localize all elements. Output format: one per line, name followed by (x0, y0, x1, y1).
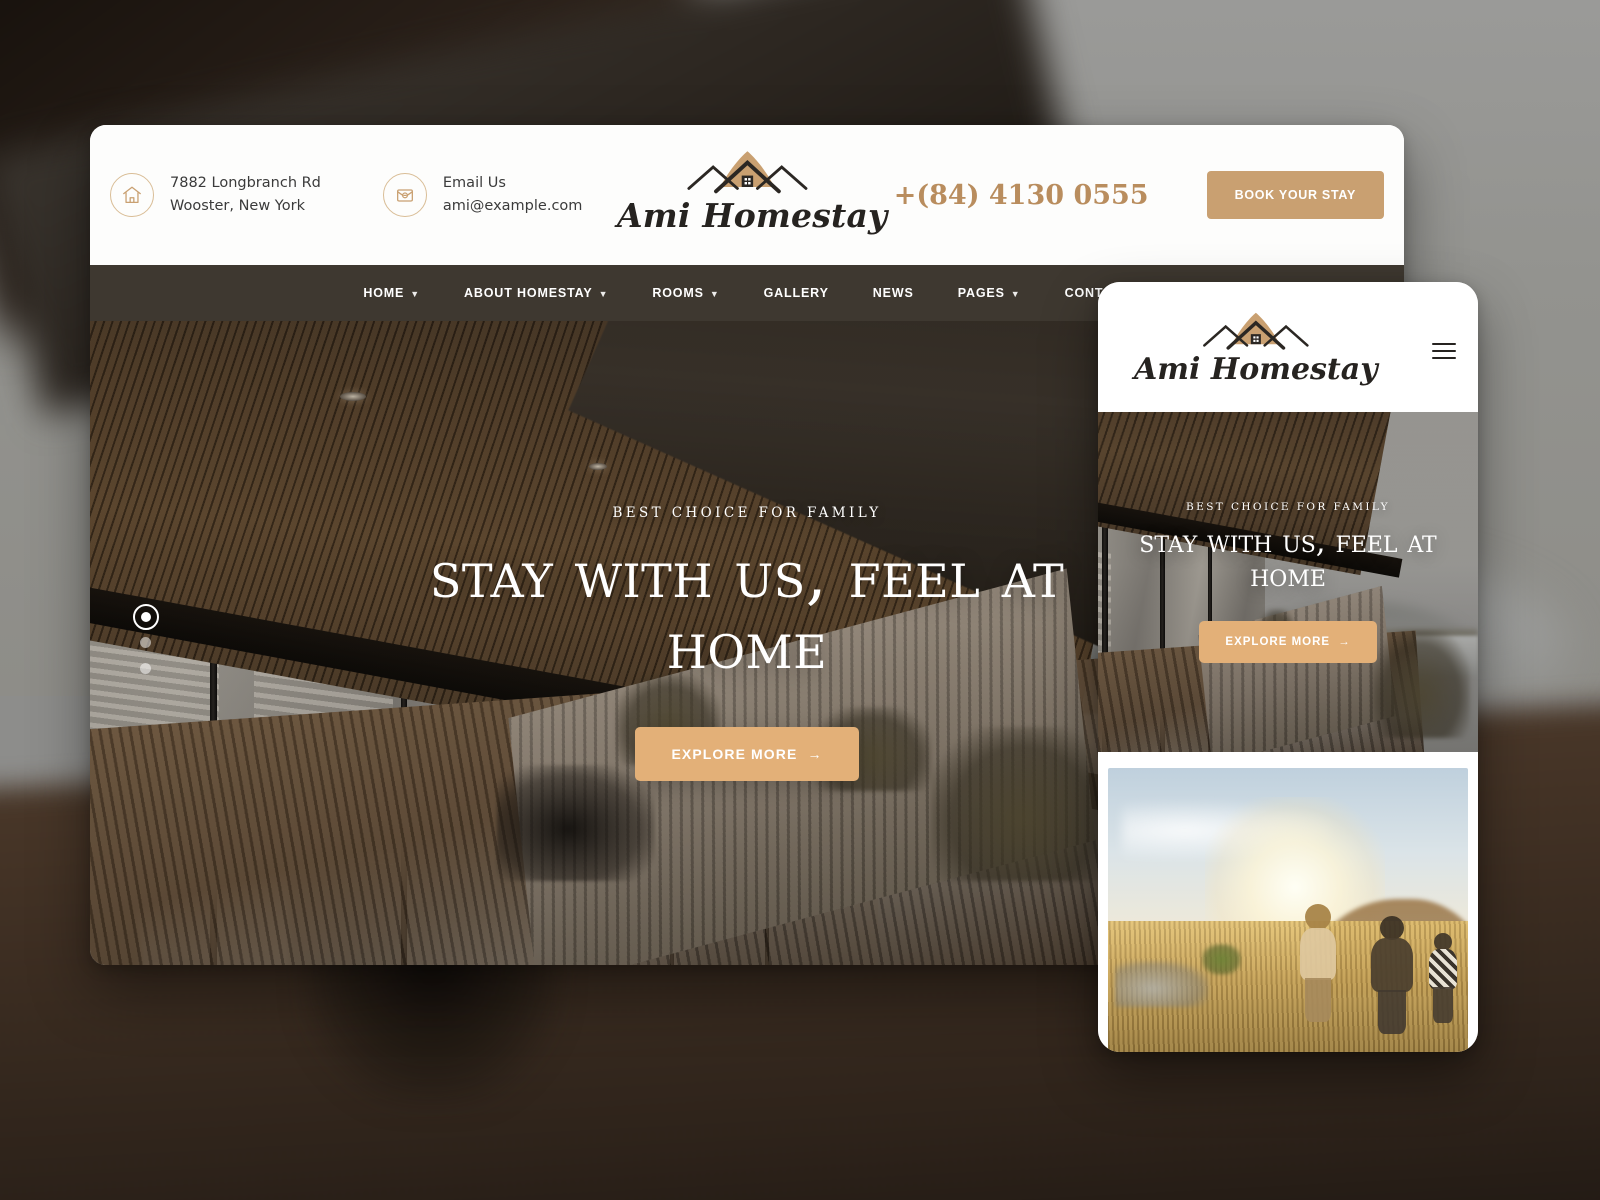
desktop-logo[interactable]: Ami Homestay (617, 147, 888, 235)
book-your-stay-button[interactable]: BOOK YOUR STAY (1206, 171, 1384, 219)
figure-child (1295, 904, 1341, 1024)
nav-label: ROOMS (652, 286, 704, 300)
hero-eyebrow: BEST CHOICE FOR FAMILY (612, 504, 882, 521)
nav-item-news[interactable]: NEWS (851, 286, 936, 300)
hamburger-menu-icon[interactable] (1432, 343, 1456, 359)
logo-wordmark: Ami Homestay (617, 196, 888, 235)
address-info: 7882 Longbranch Rd Wooster, New York (110, 172, 321, 219)
nav-label: NEWS (872, 286, 914, 300)
mobile-hero-content: BEST CHOICE FOR FAMILY Stay With Us, Fee… (1098, 412, 1478, 752)
nav-label: HOME (363, 286, 405, 300)
envelope-icon (382, 173, 427, 217)
nav-label: ABOUT HOMESTAY (463, 286, 593, 300)
mobile-hero-eyebrow: BEST CHOICE FOR FAMILY (1186, 500, 1390, 513)
explore-more-label: EXPLORE MORE (671, 746, 798, 763)
mountain-house-icon (1203, 312, 1309, 350)
nav-label: GALLERY (763, 286, 829, 300)
nav-item-rooms[interactable]: ROOMS ▼ (630, 286, 741, 300)
mobile-hero: BEST CHOICE FOR FAMILY Stay With Us, Fee… (1098, 412, 1478, 752)
address-line-1: 7882 Longbranch Rd (170, 174, 321, 191)
email-info[interactable]: Email Us ami@example.com (382, 172, 583, 219)
desktop-topbar: 7882 Longbranch Rd Wooster, New York Ema… (90, 125, 1404, 265)
email-address[interactable]: ami@example.com (443, 195, 583, 218)
hero-title: Stay With Us, Feel At Home (429, 535, 1065, 684)
nav-item-pages[interactable]: PAGES ▼ (936, 286, 1043, 300)
chevron-down-icon: ▼ (410, 289, 420, 299)
nav-item-about-homestay[interactable]: ABOUT HOMESTAY ▼ (442, 286, 630, 300)
mobile-explore-more-button[interactable]: EXPLORE MORE → (1199, 621, 1377, 664)
mobile-logo[interactable]: Ami Homestay (1134, 309, 1378, 386)
arrow-right-icon: → (807, 746, 823, 763)
mountain-house-icon (687, 151, 807, 194)
chevron-down-icon: ▼ (709, 289, 720, 299)
address-line-2: Wooster, New York (170, 198, 305, 214)
chevron-down-icon: ▼ (598, 289, 609, 299)
figure-adult (1367, 915, 1417, 1034)
family-hiking-sunset-photo (1108, 768, 1468, 1052)
phone-number[interactable]: +(84) 4130 0555 (894, 180, 1149, 211)
mobile-topbar: Ami Homestay (1098, 282, 1478, 412)
mobile-content-section (1098, 752, 1478, 1052)
explore-more-button[interactable]: EXPLORE MORE → (635, 727, 859, 782)
arrow-right-icon: → (1338, 636, 1351, 649)
home-icon (110, 173, 154, 217)
email-label: Email Us (442, 174, 506, 191)
topbar-right-cluster: +(84) 4130 0555 BOOK YOUR STAY (894, 171, 1404, 219)
chevron-down-icon: ▼ (1010, 289, 1021, 299)
mobile-logo-wordmark: Ami Homestay (1134, 351, 1378, 387)
mobile-explore-more-label: EXPLORE MORE (1225, 636, 1331, 649)
mobile-hero-title: Stay With Us, Feel At Home (1139, 523, 1437, 594)
figure-second-child (1425, 932, 1461, 1025)
nav-item-gallery[interactable]: GALLERY (742, 286, 851, 300)
nav-item-home[interactable]: HOME ▼ (341, 286, 442, 300)
mobile-preview-panel: Ami Homestay BEST CHOICE FOR FAMILY stay… (1098, 282, 1478, 1052)
nav-label: PAGES (957, 286, 1005, 300)
